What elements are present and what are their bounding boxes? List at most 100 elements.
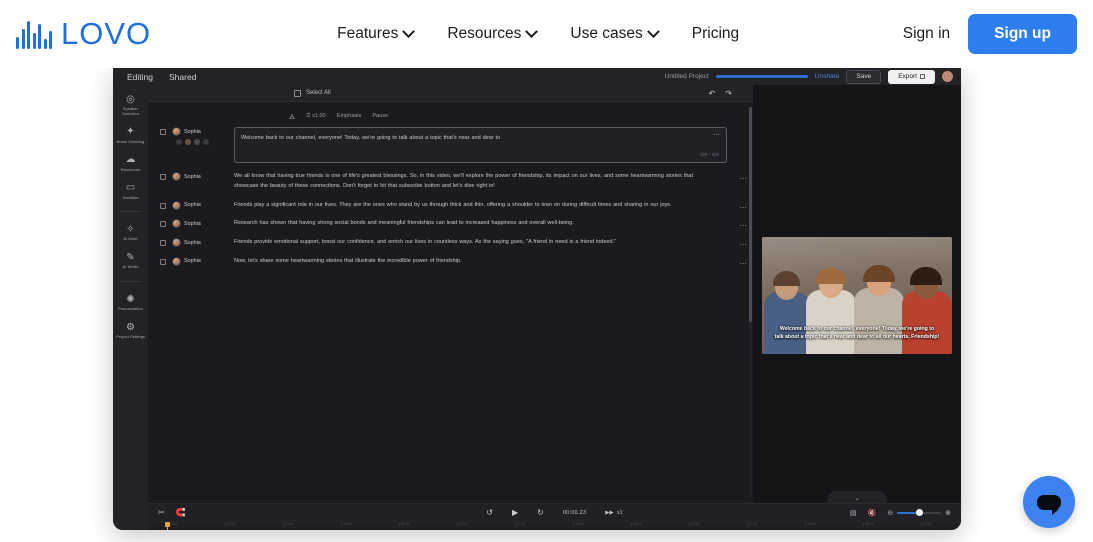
sidebar-item-pronunciation[interactable]: ✺ Pronunciation — [114, 293, 147, 312]
nav-item-resources[interactable]: Resources — [447, 24, 539, 43]
script-block[interactable]: Sophia Friends provide emotional support… — [156, 238, 784, 248]
export-label: Export — [898, 73, 917, 80]
more-icon[interactable] — [203, 139, 209, 145]
block-textarea[interactable]: We all know that having true friends is … — [234, 172, 727, 192]
caption-line-2: talk about a topic that's near and dear … — [774, 334, 940, 341]
sign-in-link[interactable]: Sign in — [903, 25, 950, 43]
sidebar-item-ai-writer[interactable]: ✎ AI Writer — [114, 251, 147, 270]
block-textarea[interactable]: Friends provide emotional support, boost… — [234, 238, 727, 248]
more-menu-icon[interactable]: ⋮ — [739, 175, 746, 182]
speaker-name: Sophia — [184, 128, 201, 135]
sidebar-item-ai-artist[interactable]: ✧ AI Artist — [114, 223, 147, 242]
block-text-wrap: Research has shown that having strong so… — [234, 219, 784, 229]
zoom-out-icon[interactable]: ⊖ — [887, 509, 893, 517]
undo-icon[interactable]: ↺ — [486, 508, 493, 517]
speed-icon: ⏱ — [306, 112, 311, 119]
more-menu-icon[interactable]: ⋮ — [739, 260, 746, 267]
export-icon — [920, 74, 925, 79]
app-screenshot: Editing Shared Untitled Project Unshare … — [113, 68, 961, 530]
mute-icon[interactable]: 🔇 — [868, 509, 877, 517]
script-block[interactable]: Sophia We all know that having true frie… — [156, 172, 753, 192]
sidebar-item-subtitles[interactable]: ▭ Subtitles — [114, 182, 147, 201]
block-speaker[interactable]: Sophia — [172, 238, 234, 248]
unshare-link[interactable]: Unshare — [815, 73, 840, 80]
loop-icon[interactable]: ↻ — [537, 508, 544, 517]
script-block[interactable]: Sophia Now, let's share some heartwarmin… — [156, 256, 784, 267]
chat-widget-button[interactable] — [1023, 476, 1075, 528]
language-icon[interactable] — [194, 139, 200, 145]
more-menu-icon[interactable]: ⋮ — [712, 131, 719, 138]
block-checkbox[interactable] — [160, 174, 166, 180]
block-text-wrap: Welcome back to our channel, everyone! T… — [234, 127, 784, 165]
divider — [119, 281, 142, 283]
speed-control[interactable]: ⏱ x1.00 — [306, 113, 326, 120]
zoom-in-icon[interactable]: ⊕ — [945, 509, 951, 517]
script-block[interactable]: Sophia Research has shown that having st… — [156, 219, 784, 229]
select-all-control[interactable]: Select All — [294, 89, 331, 97]
page-root: LOVO Features Resources Use cases Pricin… — [0, 0, 1093, 542]
block-checkbox[interactable] — [160, 202, 166, 209]
video-canvas[interactable]: Welcome back to our channel, everyone! T… — [762, 237, 952, 354]
slider-knob[interactable] — [916, 508, 924, 516]
playback-speed[interactable]: ▶▶ x1 — [605, 510, 623, 516]
more-menu-icon[interactable]: ⋮ — [739, 241, 746, 248]
undo-icon[interactable]: ↶ — [709, 89, 716, 98]
script-block[interactable]: Sophia Welcome back to our channel, ever… — [156, 127, 784, 165]
sidebar-item-speaker-selection[interactable]: ◎ Speaker Selection — [114, 93, 147, 117]
block-checkbox[interactable] — [160, 129, 166, 135]
nav-item-pricing[interactable]: Pricing — [692, 25, 739, 43]
block-text: Friends play a significant role in our l… — [234, 201, 672, 208]
pitch-icon[interactable]: 🜁 — [289, 109, 295, 123]
block-checkbox[interactable] — [160, 240, 166, 247]
export-button[interactable]: Export — [888, 69, 935, 84]
logo[interactable]: LOVO — [16, 16, 151, 52]
block-text-wrap: Friends play a significant role in our l… — [234, 201, 753, 211]
nav-item-features[interactable]: Features — [337, 24, 416, 43]
block-checkbox[interactable] — [160, 221, 166, 228]
sign-up-button[interactable]: Sign up — [968, 14, 1077, 54]
block-textarea[interactable]: Research has shown that having strong so… — [234, 219, 727, 229]
transport-controls: ↺ ▶ ↻ 00:00.23 ▶▶ x1 — [486, 508, 622, 517]
timecode: 00:00.23 — [562, 509, 587, 516]
save-button[interactable]: Save — [846, 69, 882, 84]
sidebar-item-project-settings[interactable]: ⚙ Project Settings — [114, 321, 147, 340]
tab-shared[interactable]: Shared — [169, 72, 196, 82]
block-speaker[interactable]: Sophia — [172, 256, 234, 266]
tab-editing[interactable]: Editing — [127, 72, 153, 82]
more-menu-icon[interactable]: ⋮ — [739, 222, 746, 229]
ai-writer-icon: ✎ — [126, 251, 135, 263]
timeline-ruler[interactable]: 00:00 00:02 00:04 00:06 00:08 00:10 00:1… — [148, 522, 961, 529]
redo-icon[interactable]: ↷ — [725, 89, 732, 98]
emphasis-button[interactable]: Emphasis — [337, 113, 362, 119]
zoom-slider[interactable]: ⊖ ⊕ — [887, 508, 951, 517]
script-scrollbar-thumb[interactable] — [749, 107, 752, 322]
block-textarea[interactable]: Now, let's share some heartwarming stori… — [234, 257, 727, 267]
select-all-checkbox[interactable] — [294, 89, 301, 97]
scissors-icon[interactable]: ✂ — [158, 508, 165, 517]
script-block[interactable]: Sophia Friends play a significant role i… — [156, 200, 753, 211]
block-speaker[interactable]: Sophia — [172, 127, 234, 145]
sidebar-item-resources[interactable]: ☁ Resources — [114, 154, 147, 173]
subtitle-icon[interactable]: ▤ — [850, 509, 857, 517]
more-menu-icon[interactable]: ⋮ — [739, 204, 746, 211]
emotion-icon[interactable] — [176, 139, 182, 145]
avatar[interactable] — [942, 71, 953, 82]
play-icon[interactable]: ▶ — [512, 508, 518, 517]
auth-actions: Sign in Sign up — [903, 14, 1077, 54]
block-speaker[interactable]: Sophia — [172, 219, 234, 229]
block-speaker[interactable]: Sophia — [172, 200, 234, 210]
slider-track[interactable] — [897, 508, 942, 516]
block-checkbox[interactable] — [160, 258, 166, 265]
nav-item-use-cases[interactable]: Use cases — [570, 24, 660, 43]
project-title: Untitled Project — [664, 73, 709, 80]
block-textarea[interactable]: Friends play a significant role in our l… — [234, 201, 727, 211]
voice-icon[interactable] — [185, 139, 191, 145]
pause-button[interactable]: Pause — [372, 113, 388, 119]
resources-icon: ☁ — [125, 154, 136, 166]
block-speaker[interactable]: Sophia — [172, 172, 234, 181]
block-textarea[interactable]: Welcome back to our channel, everyone! T… — [234, 127, 727, 163]
magnet-icon[interactable]: 🧲 — [176, 508, 186, 517]
playhead[interactable] — [165, 522, 170, 530]
sidebar-item-noise-cleaning[interactable]: ✦ Noise Cleaning — [114, 126, 147, 145]
caption-line-1: Welcome back to our channel, everyone! T… — [779, 325, 935, 332]
